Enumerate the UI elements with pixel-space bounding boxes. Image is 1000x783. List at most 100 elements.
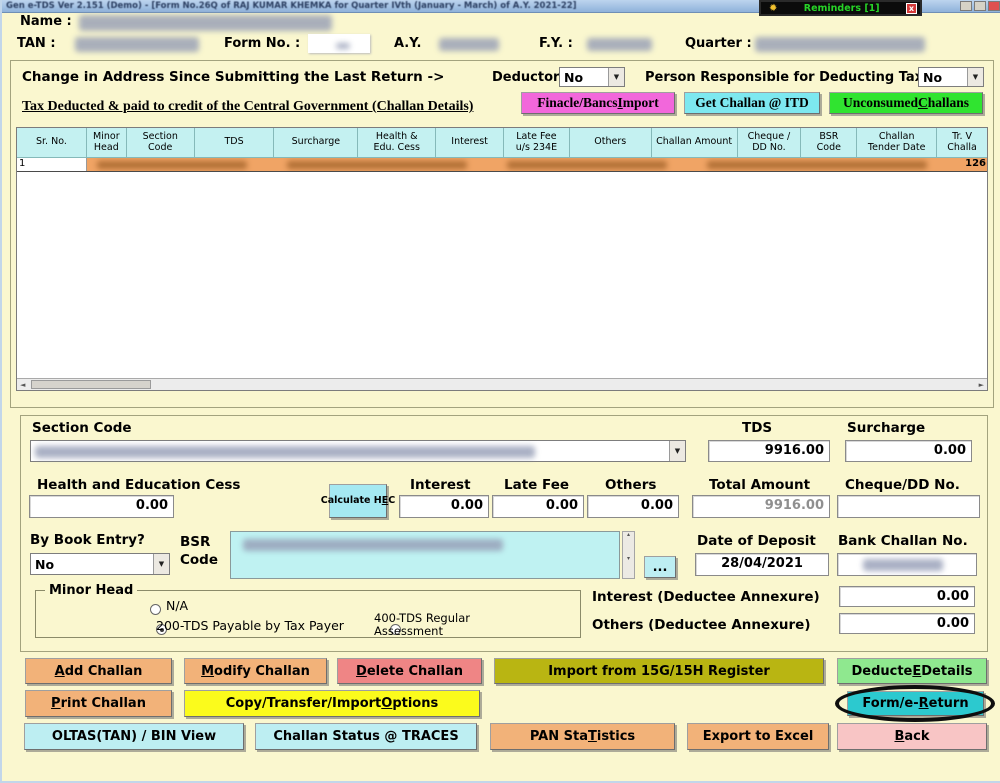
col-tds: TDS (195, 128, 275, 158)
col-section-code: Section Code (127, 128, 195, 158)
person-responsible-select[interactable]: No ▼ (918, 67, 984, 87)
export-to-excel-button[interactable]: Export to Excel (687, 723, 829, 750)
interest-annexure-label: Interest (Deductee Annexure) (592, 589, 820, 605)
person-responsible-label: Person Responsible for Deducting Tax (645, 70, 923, 85)
deductor-value: No (560, 70, 608, 85)
redacted-bank-challan (863, 559, 943, 571)
bsr-code-field[interactable] (230, 531, 620, 579)
row1-redacted-data (87, 158, 937, 171)
cheque-dd-label: Cheque/DD No. (845, 477, 960, 493)
others-label: Others (605, 477, 656, 493)
redacted-name-value (79, 15, 332, 31)
chevron-down-icon[interactable]: ▼ (967, 68, 983, 86)
redacted-tan-value (75, 37, 199, 52)
hec-label: Health and Education Cess (37, 477, 240, 493)
col-challan-amount: Challan Amount (652, 128, 738, 158)
book-entry-select[interactable]: No ▼ (30, 553, 170, 575)
col-tender-date: Challan Tender Date (857, 128, 937, 158)
total-amount-field: 9916.00 (692, 495, 830, 518)
scroll-left-icon[interactable]: ◄ (20, 381, 25, 389)
redacted-fy-value (587, 38, 652, 51)
total-amount-label: Total Amount (709, 477, 810, 493)
col-minor-head: Minor Head (87, 128, 127, 158)
back-button[interactable]: Back (837, 723, 987, 750)
row1-tr-v-challan: 126 (937, 158, 987, 171)
others-annexure-label: Others (Deductee Annexure) (592, 617, 811, 633)
reminders-label: Reminders [1] (777, 3, 906, 14)
bank-challan-field[interactable] (837, 553, 977, 576)
interest-annexure-field[interactable]: 0.00 (839, 586, 975, 607)
get-challan-itd-button[interactable]: Get Challan @ ITD (684, 92, 820, 114)
challan-table-body (17, 172, 987, 378)
ay-label: A.Y. (394, 36, 421, 51)
challan-details-heading: Tax Deducted & paid to credit of the Cen… (22, 99, 473, 115)
col-cheque-dd: Cheque / DD No. (738, 128, 802, 158)
modify-challan-button[interactable]: Modify Challan (184, 658, 327, 684)
reminder-star-icon: ✹ (769, 3, 777, 14)
minimize-button[interactable] (960, 1, 972, 11)
change-address-label: Change in Address Since Submitting the L… (22, 69, 444, 85)
challan-status-traces-button[interactable]: Challan Status @ TRACES (255, 723, 477, 750)
others-field[interactable]: 0.00 (587, 495, 679, 518)
pan-statistics-button[interactable]: PAN StaTistics (490, 723, 675, 750)
row1-sr-no: 1 (17, 158, 87, 171)
date-of-deposit-label: Date of Deposit (697, 533, 816, 549)
radio-200-tds-label[interactable]: 200-TDS Payable by Tax Payer (156, 619, 344, 633)
chevron-down-icon[interactable]: ▼ (153, 554, 169, 574)
add-challan-button[interactable]: Add Challan (25, 658, 172, 684)
section-code-select[interactable]: ▼ (30, 440, 686, 462)
maximize-button[interactable] (974, 1, 986, 11)
unconsumed-challans-button[interactable]: Unconsumed Challans (829, 92, 983, 114)
person-responsible-value: No (919, 70, 967, 85)
oltas-bin-view-button[interactable]: OLTAS(TAN) / BIN View (24, 723, 244, 750)
chevron-down-icon[interactable]: ▼ (608, 68, 624, 86)
cheque-dd-field[interactable] (837, 495, 980, 518)
radio-na-label[interactable]: N/A (166, 599, 188, 613)
late-fee-field[interactable]: 0.00 (492, 495, 584, 518)
surcharge-label: Surcharge (847, 420, 925, 436)
tds-field[interactable]: 9916.00 (708, 440, 830, 462)
form-no-value-box (308, 34, 370, 53)
surcharge-field[interactable]: 0.00 (845, 440, 972, 462)
date-of-deposit-field[interactable]: 28/04/2021 (695, 553, 829, 576)
deductor-select[interactable]: No ▼ (559, 67, 625, 87)
section-code-label: Section Code (32, 420, 132, 436)
form-no-label: Form No. : (224, 36, 300, 51)
redacted-form-no-value (336, 43, 350, 49)
browse-ellipsis-button[interactable]: ... (644, 556, 676, 578)
name-label: Name : (20, 14, 72, 29)
others-annexure-field[interactable]: 0.00 (839, 613, 975, 634)
table-row[interactable]: 1 126 (17, 158, 987, 172)
copy-transfer-import-button[interactable]: Copy/Transfer/Import Options (184, 690, 480, 717)
col-late-fee: Late Fee u/s 234E (504, 128, 570, 158)
redacted-cell (507, 161, 667, 169)
col-interest: Interest (436, 128, 504, 158)
scrollbar-thumb[interactable] (31, 380, 151, 389)
finacle-bancs-import-button[interactable]: Finacle/Bancs Import (521, 92, 675, 114)
radio-na[interactable] (150, 604, 161, 615)
challan-table[interactable]: Sr. No. Minor Head Section Code TDS Surc… (16, 127, 988, 391)
import-15g-15h-button[interactable]: Import from 15G/15H Register (494, 658, 824, 684)
bsr-code-label: BSR Code (180, 533, 218, 569)
section-code-value (31, 444, 669, 459)
hec-field[interactable]: 0.00 (29, 495, 174, 518)
redacted-cell (97, 161, 247, 169)
interest-label: Interest (410, 477, 471, 493)
bsr-scrollbar[interactable]: ▴▾ (622, 531, 635, 579)
chevron-down-icon[interactable]: ▼ (669, 441, 685, 461)
deductor-label: Deductor (492, 70, 559, 85)
scroll-right-icon[interactable]: ► (979, 381, 984, 389)
deductee-details-button[interactable]: DeducteE Details (837, 658, 987, 684)
interest-field[interactable]: 0.00 (399, 495, 489, 518)
table-horizontal-scrollbar[interactable]: ◄ ► (17, 378, 987, 390)
radio-400-tds-label[interactable]: 400-TDS Regular Assessment (374, 612, 470, 637)
print-challan-button[interactable]: Print Challan (25, 690, 172, 717)
redacted-ay-value (439, 38, 499, 51)
calculate-hec-button[interactable]: Calculate HEC (329, 484, 387, 518)
reminders-popup[interactable]: ✹ Reminders [1] x (759, 0, 922, 16)
reminders-close-icon[interactable]: x (906, 3, 917, 14)
form-ereturn-button[interactable]: Form/e-Return (847, 691, 984, 716)
redacted-cell (707, 161, 927, 169)
delete-challan-button[interactable]: Delete Challan (337, 658, 482, 684)
close-button[interactable] (988, 1, 1000, 11)
